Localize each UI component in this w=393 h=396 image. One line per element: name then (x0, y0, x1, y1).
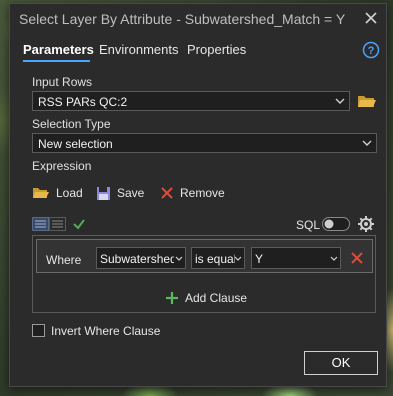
invert-where-checkbox[interactable] (32, 324, 45, 337)
operator-combo[interactable]: is equal to (191, 247, 245, 269)
operator-value: is equal to (195, 252, 235, 266)
tab-environments[interactable]: Environments (99, 42, 178, 57)
chevron-down-icon (234, 253, 242, 263)
remove-button[interactable]: Remove (160, 183, 225, 203)
input-rows-value: RSS PARs QC:2 (38, 95, 128, 109)
check-icon[interactable] (72, 217, 86, 231)
add-icon (166, 292, 178, 304)
field-value: Subwatershed_Match (100, 252, 174, 266)
chevron-down-icon (175, 253, 183, 263)
selection-type-label: Selection Type (32, 117, 111, 131)
value-value: Y (255, 252, 264, 266)
chevron-down-icon (335, 95, 345, 107)
title-bar[interactable]: Select Layer By Attribute - Subwatershed… (10, 4, 386, 34)
view-mode-toggle[interactable] (32, 217, 66, 231)
folder-icon[interactable] (357, 92, 377, 110)
ok-button[interactable]: OK (304, 351, 378, 375)
expression-label: Expression (32, 159, 92, 173)
input-rows-label: Input Rows (32, 75, 93, 89)
folder-icon (33, 188, 49, 198)
remove-clause-icon[interactable] (350, 251, 364, 265)
window-title: Select Layer By Attribute - Subwatershed… (19, 11, 346, 27)
sql-label: SQL (296, 218, 321, 232)
close-icon[interactable] (362, 9, 380, 27)
add-clause-label: Add Clause (185, 291, 248, 305)
selection-type-value: New selection (38, 137, 113, 151)
value-combo[interactable]: Y (251, 247, 341, 269)
remove-label: Remove (180, 186, 225, 200)
sql-toggle[interactable] (322, 217, 350, 231)
save-label: Save (117, 186, 145, 200)
tab-bar: Parameters Environments Properties ? (10, 40, 386, 64)
selection-type-combo[interactable]: New selection (32, 133, 377, 153)
remove-icon (161, 187, 173, 199)
tab-parameters[interactable]: Parameters (23, 42, 94, 57)
input-rows-combo[interactable]: RSS PARs QC:2 (32, 91, 350, 111)
select-layer-by-attribute-dialog: Select Layer By Attribute - Subwatershed… (9, 3, 387, 387)
invert-where-label: Invert Where Clause (51, 324, 161, 338)
help-icon[interactable]: ? (362, 41, 380, 59)
where-label: Where (46, 253, 82, 267)
chevron-down-icon (330, 253, 338, 263)
gear-icon[interactable] (357, 215, 375, 233)
svg-text:?: ? (368, 45, 375, 57)
tab-properties[interactable]: Properties (187, 42, 246, 57)
active-tab-indicator (23, 60, 90, 62)
chevron-down-icon (362, 137, 372, 149)
save-icon (97, 186, 110, 200)
load-button[interactable]: Load (32, 183, 83, 203)
where-clause-row: Where Subwatershed_Match is equal to Y (36, 239, 373, 273)
add-clause-button[interactable]: Add Clause (165, 291, 247, 305)
save-button[interactable]: Save (96, 183, 144, 203)
load-label: Load (56, 186, 83, 200)
clause-builder: Where Subwatershed_Match is equal to Y (32, 235, 376, 313)
field-combo[interactable]: Subwatershed_Match (96, 247, 186, 269)
